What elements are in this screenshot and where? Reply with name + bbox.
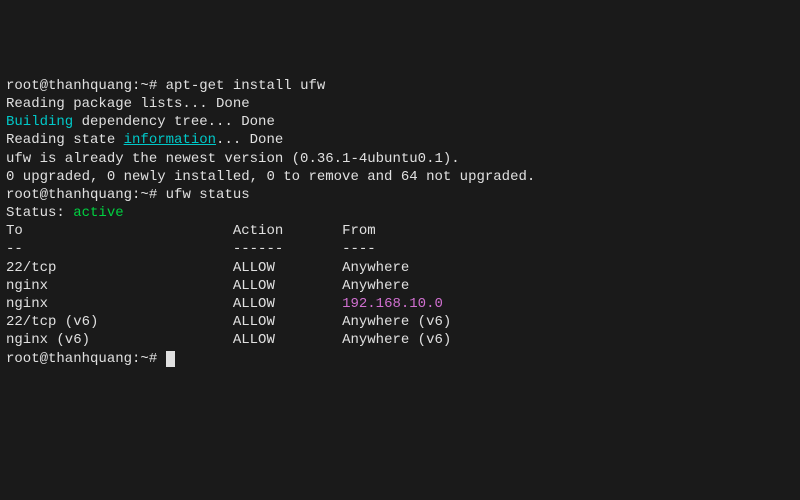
prompt[interactable]: root@thanhquang:~#	[6, 351, 166, 367]
cursor[interactable]	[166, 351, 175, 367]
output-reading-packages: Reading package lists... Done	[6, 96, 250, 112]
table-row: nginx (v6) ALLOW Anywhere (v6)	[6, 331, 794, 349]
rule-action: ALLOW	[233, 314, 342, 330]
rule-from: Anywhere	[342, 278, 409, 294]
output-state-info: information	[124, 132, 216, 148]
status-value: active	[73, 205, 123, 221]
rule-from: Anywhere (v6)	[342, 314, 451, 330]
output-state-post: ... Done	[216, 132, 283, 148]
table-header-underline: --	[6, 241, 233, 257]
output-upgraded: 0 upgraded, 0 newly installed, 0 to remo…	[6, 169, 535, 185]
rule-to: nginx (v6)	[6, 332, 233, 348]
rule-action: ALLOW	[233, 260, 342, 276]
output-state-pre: Reading state	[6, 132, 124, 148]
rule-action: ALLOW	[233, 296, 342, 312]
table-header-from: From	[342, 223, 376, 239]
command-apt-install: apt-get install ufw	[166, 78, 326, 94]
table-row: 22/tcp (v6) ALLOW Anywhere (v6)	[6, 313, 794, 331]
table-header-action: Action	[233, 223, 342, 239]
rule-to: nginx	[6, 296, 233, 312]
output-newest: ufw is already the newest version (0.36.…	[6, 151, 460, 167]
terminal[interactable]: root@thanhquang:~# apt-get install ufw Re…	[6, 77, 794, 368]
rule-to: nginx	[6, 278, 233, 294]
command-ufw-status: ufw status	[166, 187, 250, 203]
table-header-underline: ----	[342, 241, 376, 257]
rule-action: ALLOW	[233, 332, 342, 348]
table-header-to: To	[6, 223, 233, 239]
rule-from: 192.168.10.0	[342, 296, 443, 312]
rule-action: ALLOW	[233, 278, 342, 294]
prompt: root@thanhquang:~#	[6, 78, 166, 94]
table-row: nginx ALLOW 192.168.10.0	[6, 295, 794, 313]
output-building-word: Building	[6, 114, 73, 130]
prompt: root@thanhquang:~#	[6, 187, 166, 203]
table-header-underline: ------	[233, 241, 342, 257]
status-label: Status:	[6, 205, 73, 221]
rule-from: Anywhere	[342, 260, 409, 276]
output-building-rest: dependency tree... Done	[73, 114, 275, 130]
rule-from: Anywhere (v6)	[342, 332, 451, 348]
table-row: nginx ALLOW Anywhere	[6, 277, 794, 295]
rule-to: 22/tcp (v6)	[6, 314, 233, 330]
table-row: 22/tcp ALLOW Anywhere	[6, 259, 794, 277]
rule-to: 22/tcp	[6, 260, 233, 276]
